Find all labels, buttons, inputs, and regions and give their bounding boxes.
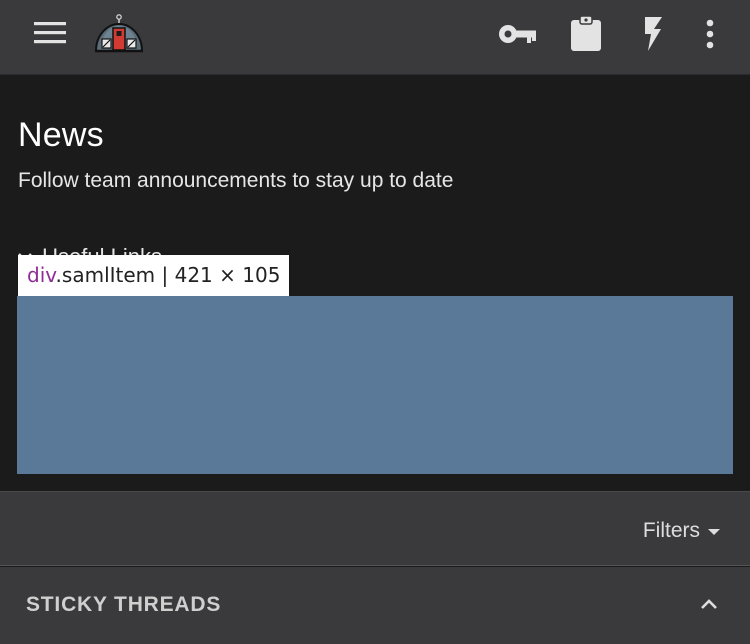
sticky-threads-title: STICKY THREADS bbox=[26, 593, 222, 616]
clipboard-icon[interactable] bbox=[566, 12, 606, 56]
filters-label: Filters bbox=[642, 519, 700, 542]
key-icon[interactable] bbox=[494, 12, 542, 56]
page-title: News bbox=[18, 116, 104, 154]
observatory-logo-icon[interactable] bbox=[92, 10, 148, 56]
caret-down-icon bbox=[708, 529, 720, 535]
page-subtitle: Follow team announcements to stay up to … bbox=[18, 169, 454, 192]
main-content: News Follow team announcements to stay u… bbox=[0, 75, 750, 491]
filters-bar: Filters bbox=[0, 491, 750, 566]
sticky-threads-header[interactable]: STICKY THREADS bbox=[0, 567, 750, 644]
menu-icon[interactable] bbox=[30, 19, 70, 49]
filters-button[interactable]: Filters bbox=[643, 516, 720, 546]
top-app-bar bbox=[0, 0, 750, 75]
more-vert-icon[interactable] bbox=[696, 12, 724, 56]
inspected-element-highlight bbox=[17, 296, 733, 474]
inspector-separator: | bbox=[155, 263, 175, 287]
chevron-up-icon[interactable] bbox=[696, 593, 722, 615]
bolt-icon[interactable] bbox=[638, 12, 668, 56]
inspector-class: .samlItem bbox=[55, 263, 156, 287]
inspector-dims: 421 × 105 bbox=[174, 263, 281, 287]
inspector-tag: div bbox=[27, 263, 56, 287]
element-inspector-tooltip: div.samlItem | 421 × 105 bbox=[18, 255, 290, 296]
